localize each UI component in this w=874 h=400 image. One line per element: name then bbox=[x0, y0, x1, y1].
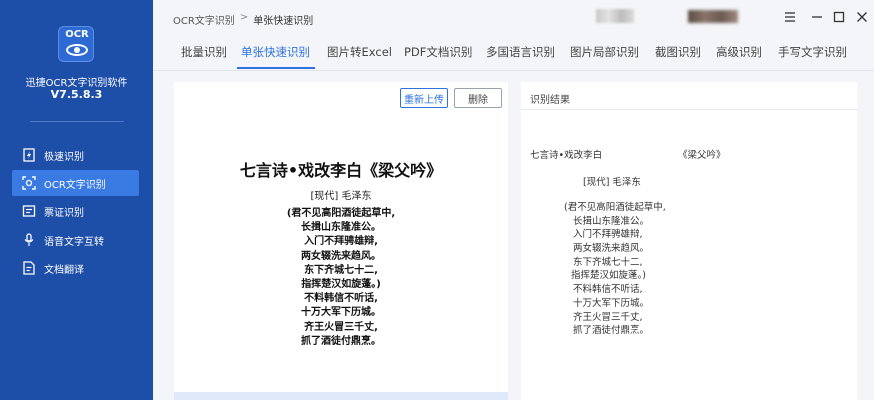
app-version: V7.5.8.3 bbox=[50, 88, 103, 101]
ticket-icon bbox=[22, 204, 36, 218]
sidebar-item-label: 语音文字互转 bbox=[44, 236, 104, 248]
result-line: 指挥楚汉如旋蓬。) bbox=[571, 270, 646, 282]
preview-poem-title: 七言诗•戏改李白《梁父吟》 bbox=[239, 161, 443, 180]
result-header-label: 识别结果 bbox=[530, 95, 570, 106]
tab-batch[interactable]: 批量识别 bbox=[181, 44, 227, 60]
sidebar-item-voice[interactable]: 语音文字互转 bbox=[12, 227, 139, 253]
app-logo: OCR bbox=[58, 26, 94, 62]
result-line: 不料韩信不听话, bbox=[573, 284, 643, 296]
eye-pupil bbox=[74, 47, 80, 53]
result-line: 齐王火冒三千丈, bbox=[573, 311, 643, 323]
menu-icon[interactable] bbox=[783, 10, 797, 24]
tab-pdf[interactable]: PDF文档识别 bbox=[404, 44, 472, 60]
sidebar-divider bbox=[30, 121, 124, 122]
tab-screenshot[interactable]: 截图识别 bbox=[655, 44, 701, 60]
active-tab-indicator bbox=[237, 67, 315, 69]
preview-line: 抓了酒徒付鼎烹。 bbox=[301, 335, 381, 347]
preview-line: 十万大军下历城。 bbox=[301, 307, 381, 319]
preview-line: 指挥楚汉如旋蓬。) bbox=[301, 278, 381, 290]
preview-line: 长揖山东隆准公。 bbox=[301, 222, 381, 234]
blurred-user-info bbox=[596, 9, 634, 23]
microphone-icon bbox=[22, 233, 36, 247]
logo-text: OCR bbox=[65, 29, 89, 40]
preview-line: (君不见高阳酒徒起草中, bbox=[286, 208, 396, 219]
result-line: 长揖山东隆准公。 bbox=[573, 215, 650, 227]
maximize-icon[interactable] bbox=[832, 10, 846, 24]
preview-line: 入门不拜骋雄辩, bbox=[304, 236, 378, 248]
tab-multi-language[interactable]: 多国语言识别 bbox=[486, 44, 555, 60]
title-bar: OCR文字识别 > 单张快速识别 bbox=[153, 0, 874, 36]
breadcrumb-separator: > bbox=[239, 12, 249, 23]
result-author[interactable]: [现代] 毛泽东 bbox=[583, 174, 641, 188]
lightning-doc-icon bbox=[22, 148, 36, 162]
sidebar-item-label: OCR文字识别 bbox=[44, 179, 106, 191]
blurred-avatar bbox=[688, 10, 738, 23]
result-panel: 识别结果 七言诗•戏改李白 《梁父吟》 [现代] 毛泽东 (君不见高阳酒徒起草中… bbox=[521, 82, 857, 400]
sidebar-item-label: 文档翻译 bbox=[44, 264, 84, 276]
tab-bar-divider bbox=[153, 70, 874, 71]
ocr-scan-icon bbox=[22, 176, 36, 190]
result-line: 两女辍洗来趋风。 bbox=[573, 243, 650, 255]
preview-bottom-strip bbox=[174, 392, 508, 400]
preview-line: 东下齐城七十二, bbox=[304, 264, 378, 276]
breadcrumb: OCR文字识别 > 单张快速识别 bbox=[173, 12, 313, 27]
preview-line: 两女辍洗来趋风。 bbox=[301, 250, 381, 262]
tab-bar: 批量识别 单张快速识别 图片转Excel PDF文档识别 多国语言识别 图片局部… bbox=[153, 36, 874, 70]
result-lines[interactable]: (君不见高阳酒徒起草中, 长揖山东隆准公。 入门不拜骋雄辩, 两女辍洗来趋风。 … bbox=[521, 201, 721, 338]
tab-single-fast[interactable]: 单张快速识别 bbox=[241, 44, 310, 60]
result-header: 识别结果 bbox=[521, 82, 857, 110]
breadcrumb-root[interactable]: OCR文字识别 bbox=[173, 12, 235, 27]
translate-doc-icon bbox=[22, 261, 36, 275]
sidebar-item-ocr[interactable]: OCR文字识别 bbox=[12, 170, 139, 196]
result-title-right[interactable]: 《梁父吟》 bbox=[678, 147, 726, 161]
preview-line: 齐王火冒三千丈, bbox=[304, 321, 378, 333]
delete-button[interactable]: 删除 bbox=[454, 88, 502, 108]
sidebar-item-label: 极速识别 bbox=[44, 151, 84, 163]
close-icon[interactable] bbox=[855, 10, 869, 24]
sidebar: OCR 迅捷OCR文字识别软件 V7.5.8.3 极速识别 OCR文字识别 票证… bbox=[0, 0, 153, 400]
tab-image-to-excel[interactable]: 图片转Excel bbox=[327, 44, 392, 60]
tab-image-partial[interactable]: 图片局部识别 bbox=[570, 44, 639, 60]
breadcrumb-current: 单张快速识别 bbox=[253, 16, 314, 27]
sidebar-item-fast-recognition[interactable]: 极速识别 bbox=[12, 142, 139, 168]
sidebar-item-label: 票证识别 bbox=[44, 207, 84, 219]
sidebar-item-translate[interactable]: 文档翻译 bbox=[12, 255, 139, 281]
result-line: 入门不拜骋雄辩, bbox=[573, 229, 643, 241]
tab-handwriting[interactable]: 手写文字识别 bbox=[778, 44, 847, 60]
minimize-icon[interactable] bbox=[810, 10, 824, 24]
result-line: 抓了酒徒付鼎烹。 bbox=[573, 325, 650, 337]
preview-poem-author: [现代] 毛泽东 bbox=[310, 191, 372, 202]
result-title-left[interactable]: 七言诗•戏改李白 bbox=[530, 147, 602, 161]
result-line: 东下齐城七十二, bbox=[573, 256, 643, 268]
result-line: (君不见高阳酒徒起草中, bbox=[564, 202, 666, 213]
tab-advanced[interactable]: 高级识别 bbox=[716, 44, 762, 60]
result-line: 十万大军下历城。 bbox=[573, 297, 650, 309]
app-name: 迅捷OCR文字识别软件 bbox=[25, 78, 128, 89]
image-preview-panel: 重新上传 删除 七言诗•戏改李白《梁父吟》 [现代] 毛泽东 (君不见高阳酒徒起… bbox=[174, 82, 508, 400]
preview-line: 不料韩信不听话, bbox=[304, 293, 378, 305]
sidebar-item-ticket[interactable]: 票证识别 bbox=[12, 198, 139, 224]
reupload-button[interactable]: 重新上传 bbox=[400, 88, 448, 108]
preview-poem-lines: (君不见高阳酒徒起草中, 长揖山东隆准公。 入门不拜骋雄辩, 两女辍洗来趋风。 … bbox=[174, 207, 508, 349]
